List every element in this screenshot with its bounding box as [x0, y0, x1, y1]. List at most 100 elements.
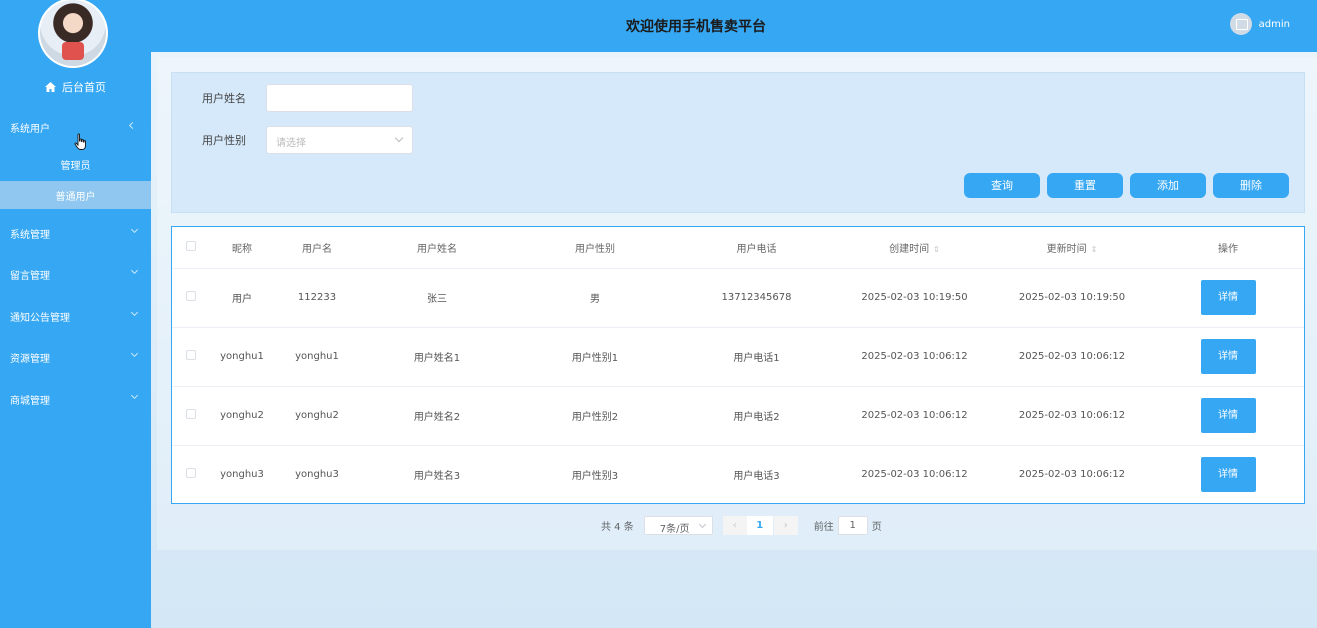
table-cell: 112233: [274, 267, 360, 327]
page-size-select[interactable]: 7条/页: [643, 516, 713, 535]
table-cell: 用户性别2: [514, 385, 676, 445]
detail-button[interactable]: 详情: [1200, 457, 1256, 493]
table-cell-actions: 详情: [1152, 444, 1304, 504]
page-size-value: 7条/页: [659, 524, 690, 535]
sidebar-group-messages[interactable]: 留言管理: [0, 264, 151, 284]
row-checkbox[interactable]: [186, 291, 196, 301]
sidebar-group-label: 系统用户: [10, 124, 50, 135]
chevron-down-icon: [130, 308, 139, 317]
column-header: 用户性别: [575, 243, 615, 255]
total-count: 共 4 条: [601, 522, 634, 533]
avatar-image: [40, 0, 106, 66]
table-row: yonghu1 yonghu1 用户姓名1 用户性别1 用户电话1 2025-0…: [172, 326, 1304, 386]
sidebar-item-label: 管理员: [60, 161, 91, 172]
column-header-updated[interactable]: 更新时间 ⇕: [992, 227, 1152, 268]
sort-icon[interactable]: ⇕: [1091, 245, 1098, 254]
sidebar-item-label: 后台首页: [62, 81, 106, 94]
chevron-down-icon: [130, 349, 139, 358]
user-menu[interactable]: admin: [1229, 13, 1290, 35]
table-cell: 用户姓名2: [360, 385, 514, 445]
chevron-down-icon: [130, 225, 139, 234]
action-buttons: 查询 重置 添加 删除: [964, 173, 1289, 198]
row-select-cell: [172, 444, 210, 504]
table-cell: 用户电话1: [676, 326, 837, 386]
gender-filter-label: 用户性别: [202, 134, 246, 147]
table-cell-actions: 详情: [1152, 267, 1304, 327]
table-cell: 用户电话3: [676, 444, 837, 504]
prev-page-button[interactable]: ‹: [722, 516, 747, 535]
name-filter-row: 用户姓名: [202, 84, 413, 112]
table-cell: 用户性别1: [514, 326, 676, 386]
detail-button[interactable]: 详情: [1200, 398, 1256, 433]
user-table: 昵称 用户名 用户姓名 用户性别 用户电话 创建时间 ⇕ 更新时间 ⇕ 操作 用户 …: [171, 226, 1305, 504]
column-header-created[interactable]: 创建时间 ⇕: [837, 227, 992, 268]
sidebar-group-label: 系统管理: [10, 230, 50, 241]
sidebar-group-system-management[interactable]: 系统管理: [0, 223, 151, 243]
table-cell: 用户: [210, 267, 274, 327]
row-checkbox[interactable]: [186, 409, 196, 419]
sidebar-group-mall[interactable]: 商城管理: [0, 389, 151, 409]
avatar[interactable]: [38, 0, 108, 68]
name-filter-input[interactable]: [266, 84, 413, 112]
chevron-left-icon: [128, 121, 137, 130]
detail-button[interactable]: 详情: [1200, 339, 1256, 374]
column-header: 用户电话: [736, 243, 777, 255]
reset-button[interactable]: 重置: [1047, 173, 1123, 198]
table-cell: 2025-02-03 10:06:12: [837, 326, 992, 386]
column-header-label: 更新时间: [1046, 243, 1087, 255]
gender-select[interactable]: 请选择: [266, 126, 413, 154]
sidebar-item-normal-user[interactable]: 普通用户: [0, 181, 151, 209]
next-page-button[interactable]: ›: [773, 516, 798, 535]
table-cell: 用户电话2: [676, 385, 837, 445]
table-cell: 2025-02-03 10:19:50: [992, 267, 1152, 327]
table-cell: 用户姓名3: [360, 444, 514, 504]
add-button[interactable]: 添加: [1130, 173, 1206, 198]
table-cell: 张三: [360, 267, 514, 327]
sort-icon[interactable]: ⇕: [933, 245, 940, 254]
table-cell: yonghu2: [274, 385, 360, 445]
page-number-current[interactable]: 1: [746, 516, 773, 535]
query-button[interactable]: 查询: [964, 173, 1040, 198]
chevron-down-icon: [130, 391, 139, 400]
gender-filter-row: 用户性别 请选择: [202, 126, 413, 154]
table-cell: 2025-02-03 10:19:50: [837, 267, 992, 327]
table-cell: yonghu1: [210, 326, 274, 386]
delete-button[interactable]: 删除: [1213, 173, 1289, 198]
pagination: 共 4 条 7条/页 ‹ 1 › 前往 1 页: [601, 516, 882, 535]
sidebar: 后台首页 系统用户 管理员 普通用户 系统管理 留言管理 通知公告管理 资源管理…: [0, 0, 151, 628]
chevron-down-icon: [698, 520, 706, 529]
detail-button[interactable]: 详情: [1200, 280, 1256, 315]
table-cell-actions: 详情: [1152, 385, 1304, 445]
table-cell: 用户性别3: [514, 444, 676, 504]
table-cell: 2025-02-03 10:06:12: [992, 326, 1152, 386]
home-icon: [45, 82, 56, 92]
sidebar-group-label: 通知公告管理: [10, 313, 70, 324]
column-header-label: 创建时间: [889, 243, 930, 255]
sidebar-item-admin[interactable]: 管理员: [0, 157, 151, 173]
table-cell-actions: 详情: [1152, 326, 1304, 386]
sidebar-group-label: 资源管理: [10, 354, 50, 365]
sidebar-group-resources[interactable]: 资源管理: [0, 347, 151, 367]
table-cell: yonghu2: [210, 385, 274, 445]
column-header: 昵称: [232, 243, 252, 255]
select-all-checkbox[interactable]: [186, 240, 196, 251]
user-avatar-icon: [1229, 13, 1252, 35]
table-row: yonghu3 yonghu3 用户姓名3 用户性别3 用户电话3 2025-0…: [172, 444, 1304, 504]
goto-page-input[interactable]: 1: [837, 516, 868, 535]
table-row: yonghu2 yonghu2 用户姓名2 用户性别2 用户电话2 2025-0…: [172, 385, 1304, 445]
username: admin: [1258, 18, 1290, 30]
row-checkbox[interactable]: [186, 350, 196, 360]
row-checkbox[interactable]: [186, 468, 196, 479]
goto-label: 前往: [813, 522, 834, 533]
page-title: 欢迎使用手机售卖平台: [626, 19, 766, 35]
table-row: 用户 112233 张三 男 13712345678 2025-02-03 10…: [172, 267, 1304, 327]
pointer-cursor-icon: [74, 133, 86, 150]
search-panel: 用户姓名 用户性别 请选择 查询 重置 添加 删除: [171, 72, 1305, 213]
sidebar-group-notices[interactable]: 通知公告管理: [0, 306, 151, 326]
table-cell: yonghu3: [274, 444, 360, 504]
sidebar-item-label: 普通用户: [55, 192, 96, 203]
select-all-cell: [172, 227, 210, 268]
column-header: 用户名: [302, 243, 332, 255]
chevron-down-icon: [394, 133, 404, 143]
sidebar-item-home[interactable]: 后台首页: [0, 79, 151, 95]
